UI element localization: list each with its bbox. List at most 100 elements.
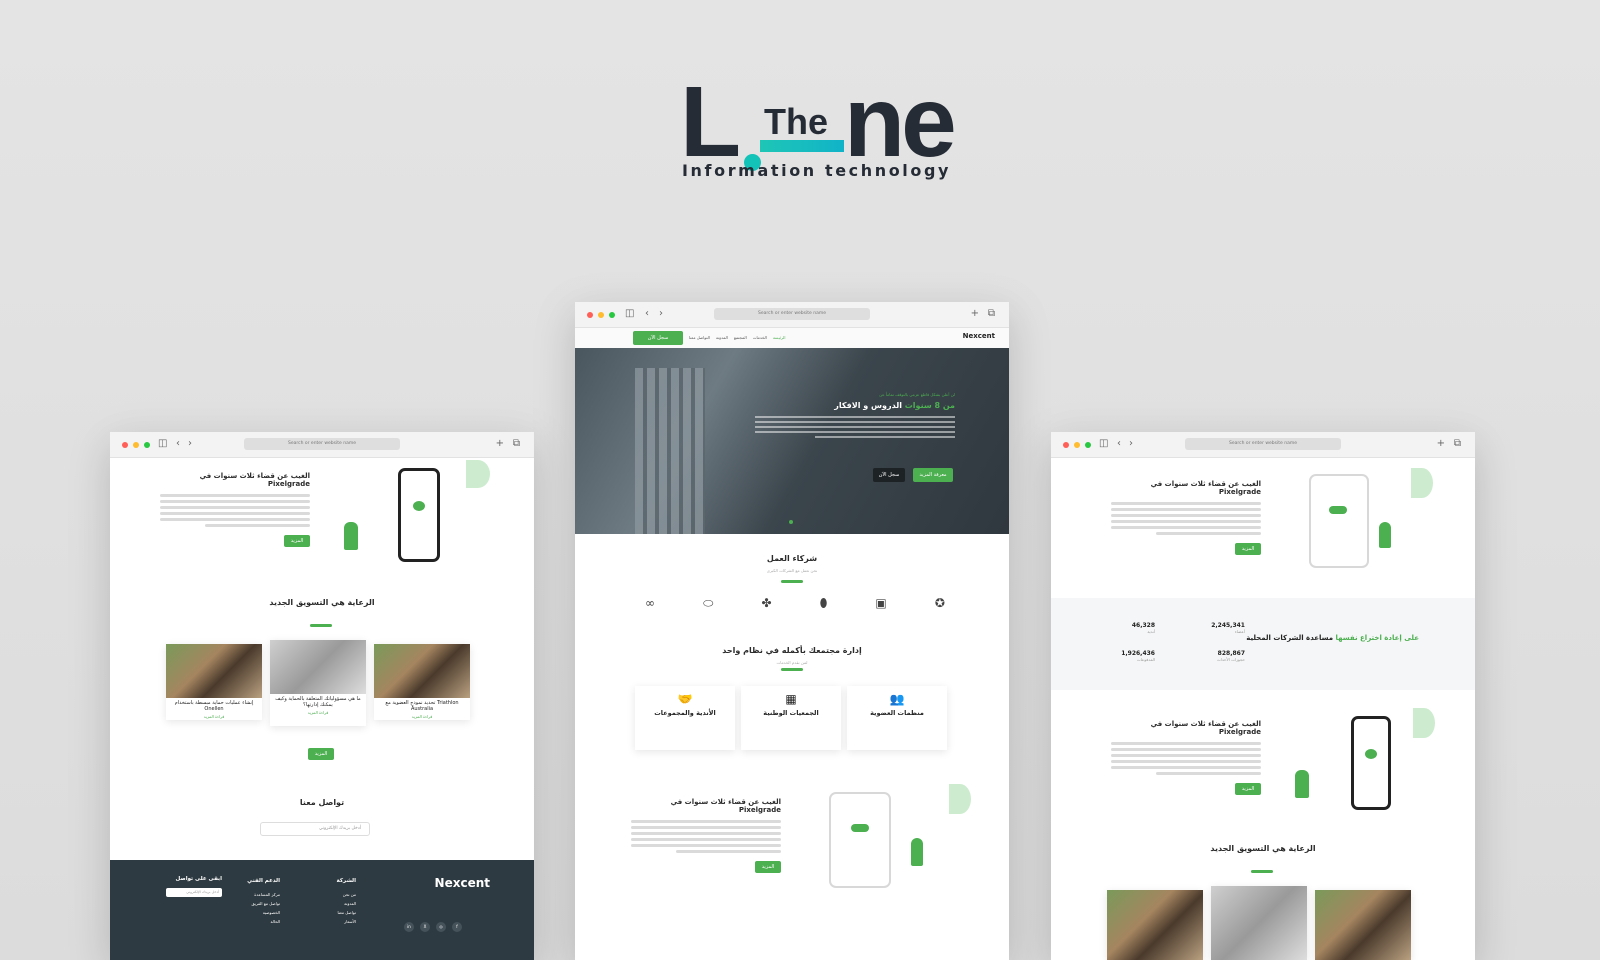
nav-item-home[interactable]: الرئيسة <box>773 335 786 340</box>
stat-bookings: 828,867 حجوزات الأحداث <box>1216 650 1245 662</box>
contact-email-input[interactable]: أدخل بريدك الإلكتروني <box>260 822 370 836</box>
window-controls[interactable] <box>587 312 615 318</box>
partners-subtitle: نحن نعمل مع الشركات الكبرى <box>766 568 818 573</box>
hero-banner: لن أعلن بشكل قاطع عزمي بالتوقف تماماً عن… <box>575 348 1009 534</box>
instagram-icon[interactable]: ◎ <box>436 922 446 932</box>
learn-more-button[interactable]: معرفة المزيد <box>913 468 953 482</box>
partner-logo-text-icon: ✪ <box>934 596 945 610</box>
new-tab-icon[interactable]: + <box>971 308 979 320</box>
tabs-icon[interactable]: ⧉ <box>988 308 995 320</box>
logo-letter-l: L <box>680 66 741 178</box>
tabs-icon[interactable]: ⧉ <box>513 438 520 450</box>
linkedin-icon[interactable]: in <box>404 922 414 932</box>
stats-title: على إعادة اختراع نفسها مساعدة الشركات ال… <box>1246 634 1419 642</box>
footer-col-company: الشركة من نحن المدونة تواصل معنا الأسعار <box>336 878 356 924</box>
brand-logo: L The ne Information technology <box>680 72 960 188</box>
more-button[interactable]: المزيد <box>308 748 334 760</box>
footer-logo[interactable]: Nexcent <box>435 876 490 890</box>
logo-the: The <box>764 101 829 142</box>
blog-card[interactable] <box>1107 890 1203 960</box>
more-button[interactable]: المزيد <box>1235 783 1261 795</box>
feature-title: الغيب عن قضاء ثلاث سنوات في Pixelgrade <box>199 472 310 488</box>
marketing-title: الرعاية هي التسويق الجديد <box>269 598 375 607</box>
service-card[interactable]: ▦ الجمعيات الوطنية <box>741 686 841 750</box>
partner-logo-badge-icon: ⬭ <box>703 596 714 610</box>
marketing-title: الرعاية هي التسويق الجديد <box>1210 844 1316 853</box>
phone-illustration <box>829 792 891 888</box>
social-links: in X ◎ f <box>404 922 462 932</box>
forward-icon[interactable]: › <box>659 308 663 320</box>
nav-menu: الرئيسة الخدمات المجتمع المدونة التواصل … <box>689 335 785 340</box>
contact-title: تواصل معنا <box>299 798 345 807</box>
building-icon: ▦ <box>785 692 797 706</box>
center-browser-window: ◫ ‹ › Search or enter website name + ⧉ N… <box>575 302 1009 960</box>
service-card[interactable]: 🤝 الأندية والمجموعات <box>635 686 735 750</box>
service-card[interactable]: 👥 منظمات العضوية <box>847 686 947 750</box>
partner-logo-globe-icon: ⬮ <box>819 596 828 610</box>
carousel-dot[interactable] <box>789 520 793 524</box>
nav-item-services[interactable]: الخدمات <box>753 335 767 340</box>
blog-card[interactable]: تحديد نموذج العضوية مع Triathlon Austral… <box>374 644 470 720</box>
new-tab-icon[interactable]: + <box>1437 438 1445 450</box>
address-bar[interactable]: Search or enter website name <box>244 438 400 450</box>
person-illustration <box>1295 770 1309 798</box>
site-navbar: Nexcent الرئيسة الخدمات المجتمع المدونة … <box>575 328 1009 348</box>
feature-section: الغيب عن قضاء ثلاث سنوات في Pixelgrade ا… <box>631 798 781 873</box>
blog-card[interactable] <box>1211 886 1307 960</box>
blog-card[interactable] <box>1315 890 1411 960</box>
blog-card[interactable]: إنشاء عمليات حماية مبسطة باستخدام Onelle… <box>166 644 262 720</box>
nav-item-community[interactable]: المجتمع <box>734 335 747 340</box>
partner-logo-box-icon: ▣ <box>875 596 887 610</box>
phone-illustration <box>1351 716 1391 810</box>
blog-card[interactable]: ما هي مسؤولياتك المتعلقة بالحماية وكيف ي… <box>270 640 366 726</box>
partner-logos: ∞ ⬭ ✤ ⬮ ▣ ✪ <box>645 596 945 611</box>
back-icon[interactable]: ‹ <box>1117 438 1121 450</box>
phone-illustration <box>1309 474 1369 568</box>
logo-underbar <box>760 140 844 152</box>
register-button[interactable]: سجل الآن <box>633 331 683 345</box>
manage-title: إدارة مجتمعك بأكمله في نظام واحد <box>722 646 862 655</box>
more-button[interactable]: المزيد <box>755 861 781 873</box>
back-icon[interactable]: ‹ <box>176 438 180 450</box>
browser-toolbar: ◫ ‹ › Search or enter website name + ⧉ <box>110 432 534 458</box>
feature-title: الغيب عن قضاء ثلاث سنوات في Pixelgrade <box>1150 720 1261 736</box>
hero-title: من 8 سنوات الدروس و الافكار <box>834 401 955 410</box>
logo-ne: ne <box>844 66 957 178</box>
sidebar-icon[interactable]: ◫ <box>1099 438 1108 450</box>
nav-item-blog[interactable]: المدونة <box>716 335 728 340</box>
address-bar[interactable]: Search or enter website name <box>1185 438 1341 450</box>
feature-section-2: الغيب عن قضاء ثلاث سنوات في Pixelgrade ا… <box>1111 720 1261 795</box>
forward-icon[interactable]: › <box>188 438 192 450</box>
footer-email-input[interactable]: أدخل بريدك الإلكتروني <box>166 888 222 897</box>
sidebar-icon[interactable]: ◫ <box>158 438 167 450</box>
more-button[interactable]: المزيد <box>284 535 310 547</box>
x-icon[interactable]: X <box>420 922 430 932</box>
footer-col-newsletter: ابقى على تواصل أدخل بريدك الإلكتروني <box>166 876 222 897</box>
feature-title: الغيب عن قضاء ثلاث سنوات في Pixelgrade <box>670 798 781 814</box>
logo-tagline: Information technology <box>682 161 952 180</box>
footer: Nexcent الشركة من نحن المدونة تواصل معنا… <box>110 860 534 960</box>
partner-logo-infinity-icon: ∞ <box>645 596 655 610</box>
person-illustration <box>1379 522 1391 548</box>
new-tab-icon[interactable]: + <box>496 438 504 450</box>
stat-members: 2,245,341 أعضاء <box>1211 622 1245 634</box>
facebook-icon[interactable]: f <box>452 922 462 932</box>
more-button[interactable]: المزيد <box>1235 543 1261 555</box>
manage-subtitle: لمن نقدم الخدمات <box>776 660 808 665</box>
window-controls[interactable] <box>1063 442 1091 448</box>
back-icon[interactable]: ‹ <box>645 308 649 320</box>
right-browser-window: ◫ ‹ › Search or enter website name + ⧉ ا… <box>1051 432 1475 960</box>
address-bar[interactable]: Search or enter website name <box>714 308 870 320</box>
nav-item-contact[interactable]: التواصل معنا <box>689 335 710 340</box>
tabs-icon[interactable]: ⧉ <box>1454 438 1461 450</box>
partner-logo-clover-icon: ✤ <box>761 596 772 610</box>
forward-icon[interactable]: › <box>1129 438 1133 450</box>
hero-register-button[interactable]: سجل الآن <box>873 468 905 482</box>
phone-illustration <box>398 468 440 562</box>
window-controls[interactable] <box>122 442 150 448</box>
footer-col-support: الدعم الفني مركز المساعدة تواصل مع الفري… <box>247 878 280 924</box>
person-illustration <box>344 522 358 550</box>
site-logo[interactable]: Nexcent <box>963 332 995 340</box>
partners-title: شركاء العمل <box>766 554 818 563</box>
sidebar-icon[interactable]: ◫ <box>625 308 634 320</box>
